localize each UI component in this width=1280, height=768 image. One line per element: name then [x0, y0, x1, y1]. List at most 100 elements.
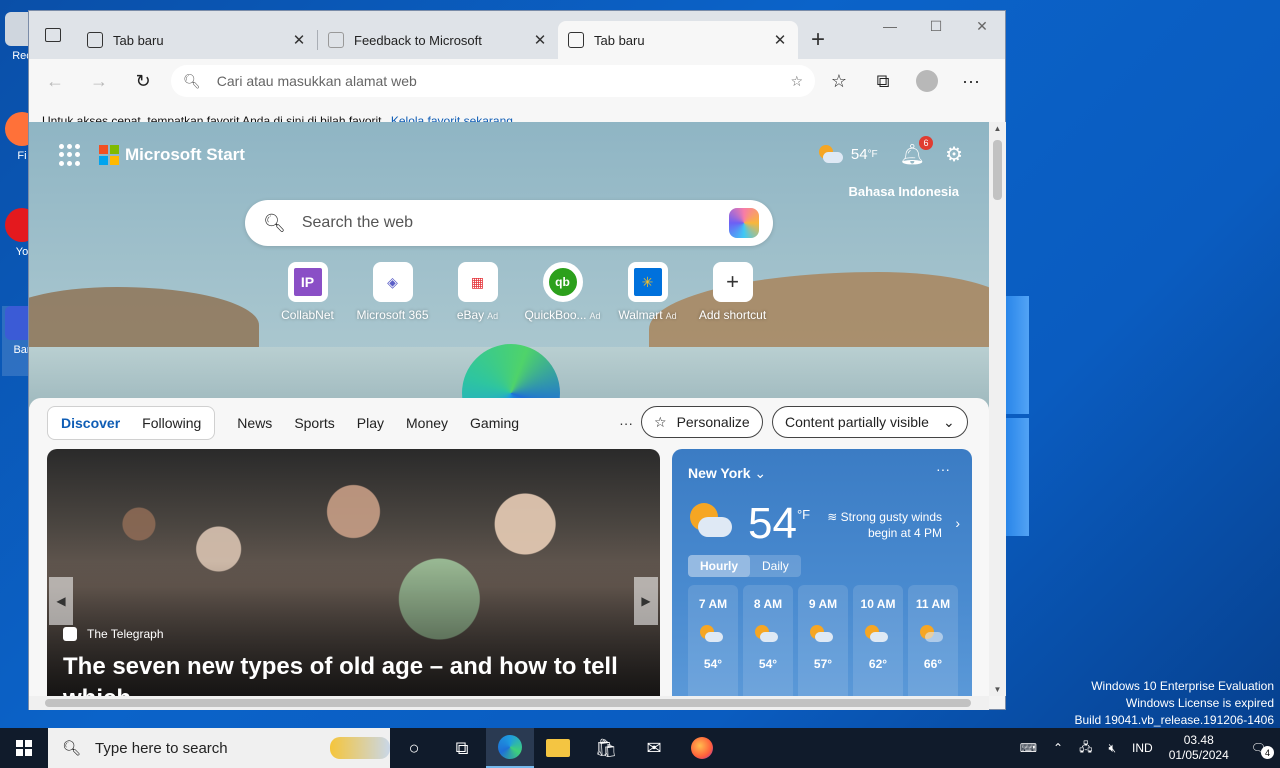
hour-item[interactable]: 9 AM 57°	[798, 585, 848, 696]
language-link[interactable]: Bahasa Indonesia	[848, 184, 959, 199]
start-header: Microsoft Start	[59, 144, 245, 166]
shortcut-collabnet[interactable]: IP CollabNet	[265, 262, 350, 322]
weather-button[interactable]: 54 °F	[817, 144, 878, 165]
personalize-button[interactable]: ☆ Personalize	[641, 406, 763, 438]
scroll-thumb	[45, 699, 971, 707]
weather-alert[interactable]: ≋ Strong gusty winds begin at 4 PM	[802, 509, 942, 541]
file-explorer-icon[interactable]	[534, 728, 582, 768]
volume-muted-icon[interactable]: 🔇︎	[1108, 741, 1116, 756]
scroll-up-icon: ▲	[993, 124, 1002, 133]
tab-sports[interactable]: Sports	[294, 415, 334, 431]
tab-play[interactable]: Play	[357, 415, 384, 431]
favorites-icon[interactable]: ☆	[821, 63, 857, 99]
maximize-icon[interactable]: ☐	[913, 11, 959, 41]
weather-card: New York ⌄ ··· 54 °F ≋ Strong gusty wind…	[672, 449, 972, 696]
notifications-bell-icon[interactable]: 🔔︎ 6	[900, 136, 934, 167]
carousel-next-icon[interactable]: ▶	[634, 577, 658, 625]
story-headline[interactable]: The seven new types of old age – and how…	[63, 651, 643, 696]
edge-taskbar-icon[interactable]	[486, 728, 534, 768]
content-visibility-dropdown[interactable]: Content partially visible ⌄	[772, 406, 968, 438]
address-bar[interactable]: 🔍︎ Cari atau masukkan alamat web ☆	[171, 65, 815, 97]
tab-discover[interactable]: Discover	[50, 415, 131, 431]
tab-daily[interactable]: Daily	[750, 555, 801, 577]
add-shortcut-button[interactable]: + Add shortcut	[690, 262, 775, 322]
action-center-icon[interactable]: 🗨︎ 4	[1251, 741, 1274, 759]
network-icon[interactable]: 🖧︎	[1079, 738, 1092, 759]
vertical-scrollbar[interactable]: ▲ ▼	[989, 122, 1006, 696]
back-icon[interactable]: ←	[37, 63, 73, 99]
tab-news[interactable]: News	[237, 415, 272, 431]
brand-title[interactable]: Microsoft Start	[125, 145, 245, 165]
more-tabs-icon[interactable]: ···	[619, 415, 633, 431]
walmart-icon: ✳	[627, 262, 668, 302]
start-button[interactable]	[0, 728, 48, 768]
tab-2[interactable]: Feedback to Microsoft ✕	[318, 21, 558, 59]
tab-actions-button[interactable]	[29, 11, 77, 59]
feed-nav: Discover Following News Sports Play Mone…	[47, 406, 633, 440]
hour-item[interactable]: 10 AM 62°	[853, 585, 903, 696]
ebay-icon: ▦	[457, 262, 498, 302]
tab-1[interactable]: Tab baru ✕	[77, 21, 317, 59]
window-controls: — ☐ ✕	[867, 11, 1005, 41]
carousel-prev-icon[interactable]: ◀	[49, 577, 73, 625]
partly-cloudy-icon	[810, 625, 836, 645]
copilot-icon[interactable]	[729, 208, 759, 238]
close-tab-icon[interactable]: ✕	[291, 31, 307, 49]
shortcut-microsoft-365[interactable]: ◈ Microsoft 365	[350, 262, 435, 322]
clock[interactable]: 03.48 01/05/2024	[1169, 733, 1229, 763]
partly-cloudy-icon	[688, 503, 732, 543]
profile-icon[interactable]	[909, 63, 945, 99]
tab-following[interactable]: Following	[131, 415, 212, 431]
new-tab-button[interactable]: +	[798, 21, 838, 59]
tab-hourly[interactable]: Hourly	[688, 555, 751, 577]
web-search-box[interactable]: 🔍︎ Search the web	[245, 200, 773, 246]
hero-story-card[interactable]: ◀ ▶ The Telegraph The seven new types of…	[47, 449, 660, 696]
sunny-icon	[920, 625, 946, 645]
app-launcher-icon[interactable]	[59, 144, 81, 166]
header-actions: 54 °F 🔔︎ 6 ⚙	[817, 136, 963, 167]
page-icon	[87, 32, 103, 48]
chevron-up-icon[interactable]: ⌃	[1053, 741, 1063, 755]
edge-window: Tab baru ✕ Feedback to Microsoft ✕ Tab b…	[28, 10, 1006, 710]
horizontal-scrollbar[interactable]	[29, 696, 989, 710]
hour-item[interactable]: 7 AM 54°	[688, 585, 738, 696]
gear-icon[interactable]: ⚙	[945, 142, 963, 167]
firefox-icon[interactable]	[678, 728, 726, 768]
shortcuts-row: IP CollabNet ◈ Microsoft 365 ▦ eBay Ad qb…	[265, 262, 775, 322]
tab-3-active[interactable]: Tab baru ✕	[558, 21, 798, 59]
shortcut-quickbooks[interactable]: qb QuickBoo... Ad	[520, 262, 605, 322]
collabnet-icon: IP	[287, 262, 328, 302]
store-icon[interactable]: 🛍︎	[582, 728, 630, 768]
task-view-icon[interactable]: ⧉	[438, 728, 486, 768]
weather-more-icon[interactable]: ···	[936, 461, 950, 477]
new-tab-page: Microsoft Start 54 °F 🔔︎ 6 ⚙ Bahasa Indone…	[29, 122, 989, 696]
cortana-icon[interactable]: ○	[390, 728, 438, 768]
shortcut-walmart[interactable]: ✳ Walmart Ad	[605, 262, 690, 322]
touch-keyboard-icon[interactable]: ⌨	[1020, 741, 1037, 755]
refresh-icon[interactable]: ↻	[125, 63, 161, 99]
close-window-icon[interactable]: ✕	[959, 11, 1005, 41]
chevron-right-icon[interactable]: ›	[955, 515, 960, 531]
tab-gaming[interactable]: Gaming	[470, 415, 519, 431]
windows-watermark: Windows 10 Enterprise Evaluation Windows…	[1074, 679, 1275, 727]
forward-icon[interactable]: →	[81, 63, 117, 99]
mail-icon[interactable]: ✉	[630, 728, 678, 768]
input-language[interactable]: IND	[1132, 741, 1153, 755]
weather-location[interactable]: New York ⌄	[688, 465, 766, 482]
tab-money[interactable]: Money	[406, 415, 448, 431]
hour-item[interactable]: 11 AM 66°	[908, 585, 958, 696]
close-tab-icon[interactable]: ✕	[772, 31, 788, 49]
partly-cloudy-icon	[817, 144, 843, 165]
shortcut-ebay[interactable]: ▦ eBay Ad	[435, 262, 520, 322]
telegraph-logo-icon	[63, 627, 77, 641]
collections-icon[interactable]: ⧉	[865, 63, 901, 99]
settings-more-icon[interactable]: ···	[953, 63, 989, 99]
story-source: The Telegraph	[63, 627, 164, 641]
windows-logo-icon	[16, 740, 32, 756]
hour-item[interactable]: 8 AM 54°	[743, 585, 793, 696]
notification-badge: 6	[919, 136, 934, 150]
add-favorite-icon[interactable]: ☆	[790, 73, 803, 90]
minimize-icon[interactable]: —	[867, 11, 913, 41]
taskbar-search[interactable]: 🔍︎ Type here to search	[48, 728, 390, 768]
close-tab-icon[interactable]: ✕	[532, 31, 548, 49]
